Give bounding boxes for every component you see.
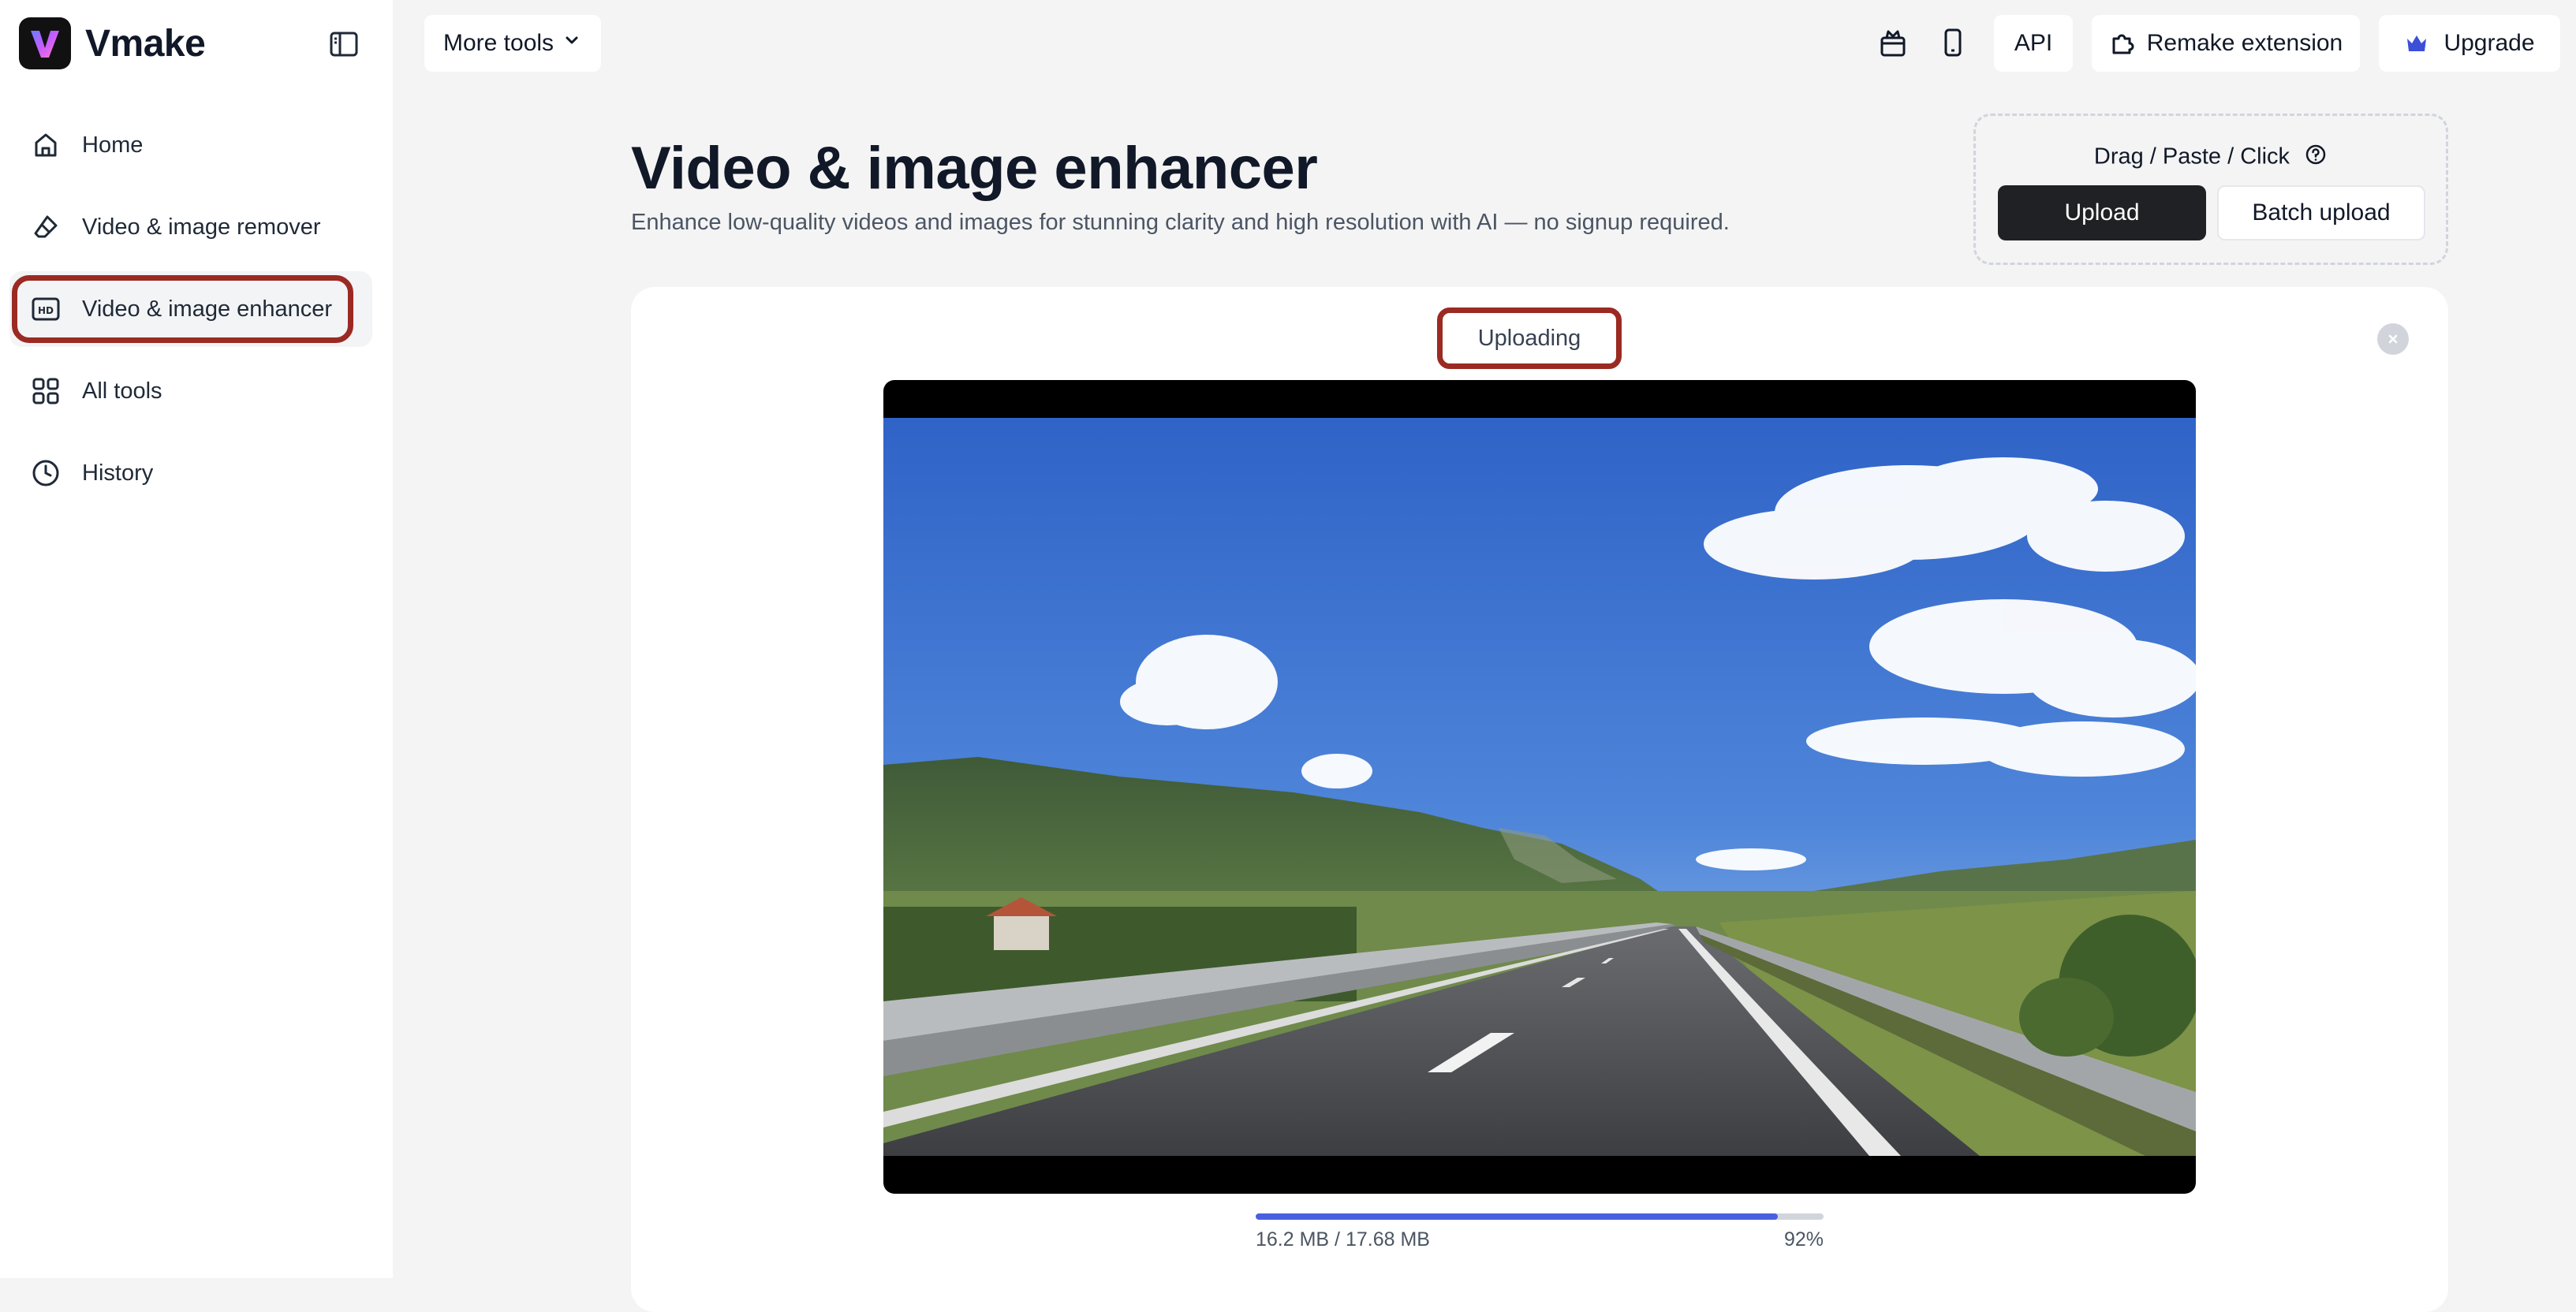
sidebar-item-label: Video & image enhancer — [82, 296, 333, 322]
upgrade-label: Upgrade — [2443, 30, 2535, 56]
upload-hint: Drag / Paste / Click — [1976, 143, 2446, 173]
sidebar-item-label: History — [82, 460, 154, 486]
upload-dropzone[interactable]: Drag / Paste / Click Upload Batch upload — [1973, 114, 2448, 265]
status-badge: Uploading — [1437, 308, 1622, 369]
vmake-logo-icon — [19, 17, 71, 69]
preview-card: Uploading 16.2 MB / 17.68 MB 92% — [631, 287, 2448, 1312]
eraser-icon — [30, 211, 62, 243]
crown-icon — [2404, 31, 2429, 56]
page-subtitle: Enhance low-quality videos and images fo… — [631, 210, 1730, 235]
sidebar-item-label: Video & image remover — [82, 214, 321, 240]
remake-extension-button[interactable]: Remake extension — [2092, 15, 2360, 72]
status-label: Uploading — [1477, 325, 1581, 351]
hd-icon: HD — [30, 293, 62, 325]
sidebar-item-remover[interactable]: Video & image remover — [9, 189, 372, 265]
sidebar: Vmake Home Video & image remover HD Vide… — [0, 0, 393, 1278]
upload-progress-bar — [1256, 1213, 1824, 1220]
page-title: Video & image enhancer — [631, 135, 1318, 202]
sidebar-item-home[interactable]: Home — [9, 107, 372, 183]
svg-text:HD: HD — [38, 305, 54, 316]
upload-button-label: Upload — [2064, 199, 2140, 226]
help-icon[interactable] — [2304, 143, 2328, 173]
sidebar-item-label: Home — [82, 132, 144, 158]
upload-percent-text: 92% — [1783, 1228, 1824, 1250]
upload-hint-text: Drag / Paste / Click — [2093, 144, 2290, 170]
api-button[interactable]: API — [1994, 15, 2073, 72]
upload-size-text: 16.2 MB / 17.68 MB — [1256, 1228, 1430, 1250]
home-icon — [30, 129, 62, 161]
more-tools-dropdown[interactable]: More tools — [424, 15, 601, 72]
video-preview[interactable] — [883, 380, 2196, 1194]
sidebar-item-history[interactable]: History — [9, 435, 372, 511]
clock-icon — [30, 457, 62, 489]
more-tools-label: More tools — [443, 30, 554, 56]
close-icon[interactable] — [2377, 323, 2409, 355]
logo[interactable]: Vmake — [19, 17, 206, 69]
app-name: Vmake — [85, 22, 206, 65]
grid-icon — [30, 375, 62, 407]
chevron-down-icon — [562, 30, 582, 57]
video-thumbnail — [883, 418, 2196, 1156]
upgrade-button[interactable]: Upgrade — [2379, 15, 2560, 72]
sidebar-nav: Home Video & image remover HD Video & im… — [9, 107, 372, 517]
sidebar-item-all-tools[interactable]: All tools — [9, 353, 372, 429]
batch-upload-label: Batch upload — [2252, 199, 2391, 226]
puzzle-icon — [2109, 31, 2134, 56]
mobile-icon[interactable] — [1934, 24, 1972, 62]
upload-button[interactable]: Upload — [1998, 185, 2206, 240]
batch-upload-button[interactable]: Batch upload — [2217, 185, 2425, 240]
gift-icon[interactable] — [1874, 24, 1912, 62]
sidebar-item-enhancer[interactable]: HD Video & image enhancer — [9, 271, 372, 347]
upload-progress-fill — [1256, 1213, 1779, 1220]
remake-extension-label: Remake extension — [2146, 30, 2343, 56]
api-label: API — [2014, 30, 2053, 56]
sidebar-item-label: All tools — [82, 378, 162, 404]
sidebar-toggle-icon[interactable] — [327, 27, 361, 62]
